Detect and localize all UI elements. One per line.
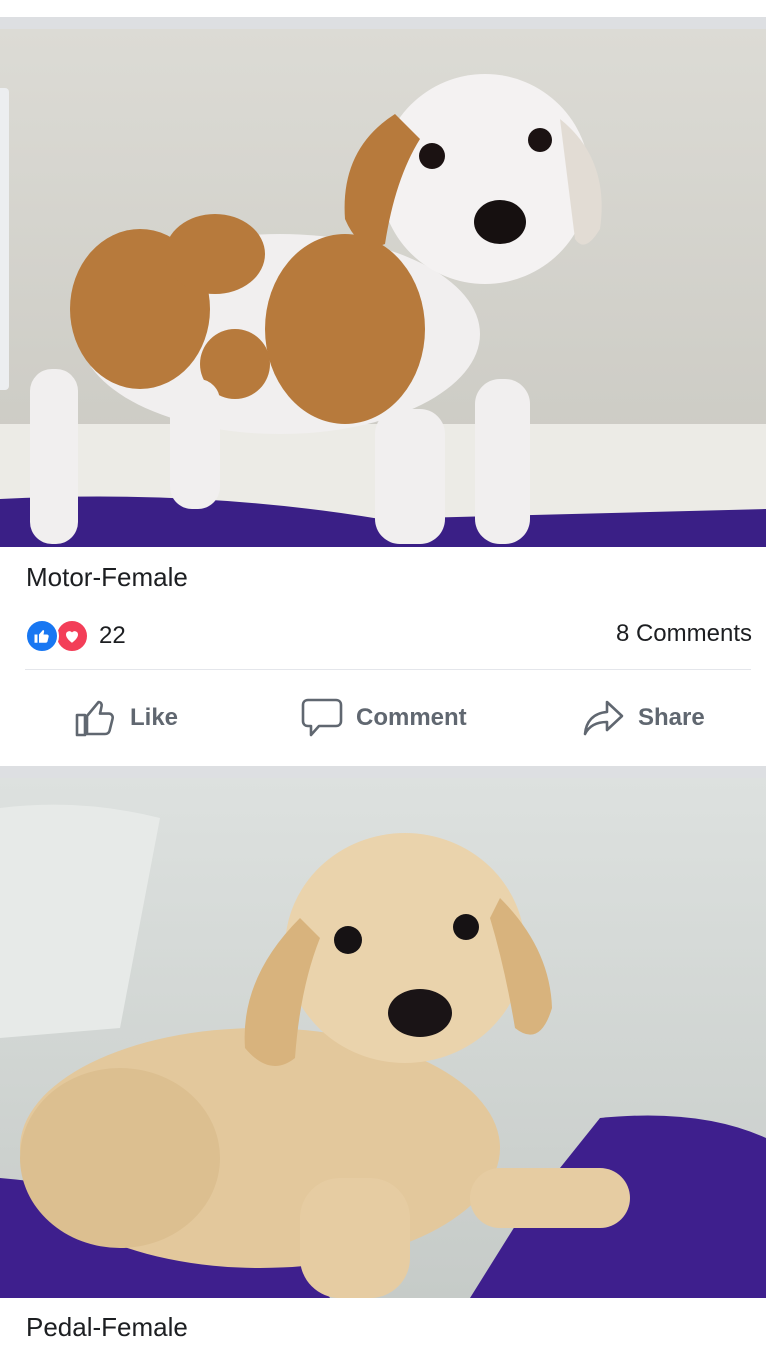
- like-reaction-icon: [25, 619, 59, 653]
- speech-bubble-icon: [300, 697, 344, 739]
- post-divider: [25, 669, 751, 670]
- share-arrow-icon: [582, 698, 626, 738]
- share-label: Share: [638, 704, 705, 731]
- like-label: Like: [130, 704, 179, 731]
- feed-separator: [0, 766, 766, 778]
- post-caption-2: Pedal-Female: [26, 1312, 188, 1342]
- post-photo-pedal[interactable]: [0, 778, 766, 1298]
- share-button[interactable]: Share: [582, 696, 705, 740]
- reaction-count: 22: [99, 622, 126, 649]
- reactions-summary[interactable]: 22: [25, 618, 126, 654]
- comment-button[interactable]: Comment: [300, 696, 467, 740]
- comment-label: Comment: [356, 704, 467, 731]
- like-button[interactable]: Like: [74, 696, 178, 740]
- thumbs-up-icon: [74, 698, 118, 738]
- post-photo-motor[interactable]: [0, 29, 766, 547]
- post-caption: Motor-Female: [26, 562, 188, 592]
- feed-separator-top: [0, 17, 766, 29]
- love-reaction-icon: [55, 619, 89, 653]
- scroll-handle[interactable]: [0, 88, 9, 390]
- comments-count-link[interactable]: 8 Comments: [616, 620, 752, 648]
